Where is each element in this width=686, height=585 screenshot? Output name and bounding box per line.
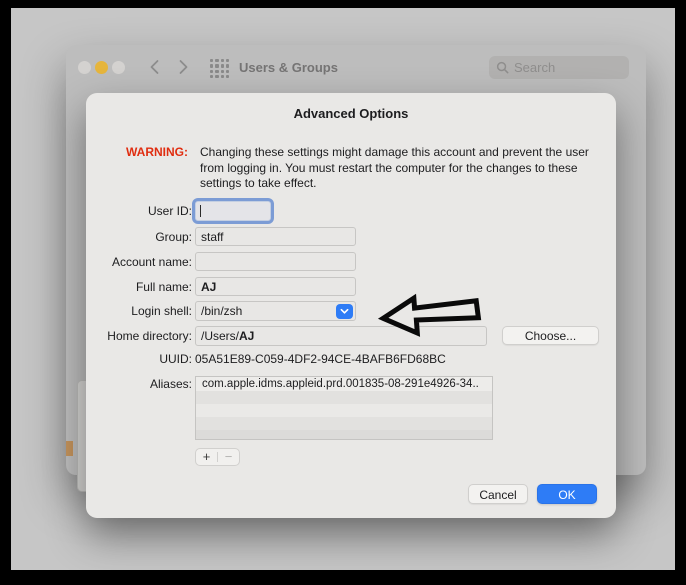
back-chevron-icon[interactable] xyxy=(146,58,164,76)
full-name-field[interactable]: AJ xyxy=(195,277,356,296)
uuid-value: 05A51E89-C059-4DF2-94CE-4BAFB6FD68BC xyxy=(195,352,446,366)
desktop-background: Users & Groups Search Advanced Options W… xyxy=(11,8,675,570)
alias-list-empty-row xyxy=(196,430,492,439)
dialog-title: Advanced Options xyxy=(293,106,409,121)
aliases-label: Aliases: xyxy=(149,377,192,391)
group-field[interactable]: staff xyxy=(195,227,356,246)
alias-add-remove-control: + − xyxy=(195,448,240,466)
forward-chevron-icon[interactable] xyxy=(174,58,192,76)
choose-button[interactable]: Choose... xyxy=(502,326,599,345)
remove-alias-button[interactable]: − xyxy=(218,449,239,465)
user-avatar-sliver xyxy=(66,441,73,456)
add-alias-button[interactable]: + xyxy=(196,449,217,465)
aliases-list[interactable]: com.apple.idms.appleid.prd.001835-08-291… xyxy=(195,376,493,440)
warning-label: WARNING: xyxy=(126,145,188,159)
advanced-options-dialog: Advanced Options WARNING: Changing these… xyxy=(86,93,616,518)
warning-message: WARNING: Changing these settings might d… xyxy=(126,145,604,192)
zoom-window-button[interactable] xyxy=(112,61,125,74)
close-window-button[interactable] xyxy=(78,61,91,74)
alias-list-empty-row xyxy=(196,391,492,404)
window-title: Users & Groups xyxy=(239,60,338,75)
search-placeholder: Search xyxy=(514,60,556,75)
ok-button[interactable]: OK xyxy=(537,484,597,504)
uuid-label: UUID: xyxy=(159,352,192,366)
search-icon xyxy=(496,61,509,74)
all-settings-grid-icon[interactable] xyxy=(210,59,229,78)
text-caret xyxy=(200,205,201,217)
account-name-field[interactable] xyxy=(195,252,356,271)
user-id-label: User ID: xyxy=(147,204,192,218)
chevron-down-icon xyxy=(340,308,349,314)
home-directory-label: Home directory: xyxy=(107,329,192,343)
alias-list-item[interactable]: com.apple.idms.appleid.prd.001835-08-291… xyxy=(196,377,492,391)
login-shell-dropdown-button[interactable] xyxy=(336,304,353,319)
full-name-label: Full name: xyxy=(135,280,192,294)
cancel-button[interactable]: Cancel xyxy=(468,484,528,504)
group-label: Group: xyxy=(155,230,192,244)
annotation-arrow-left-icon xyxy=(377,293,482,337)
login-shell-combobox[interactable]: /bin/zsh xyxy=(195,301,356,321)
account-name-label: Account name: xyxy=(111,255,192,269)
screenshot-frame: Users & Groups Search Advanced Options W… xyxy=(0,0,686,585)
user-id-field[interactable] xyxy=(195,201,271,221)
search-input[interactable]: Search xyxy=(489,56,629,79)
minimize-window-button[interactable] xyxy=(95,61,108,74)
login-shell-label: Login shell: xyxy=(131,304,192,318)
warning-text: Changing these settings might damage thi… xyxy=(200,145,589,190)
alias-list-empty-row xyxy=(196,404,492,417)
alias-list-empty-row xyxy=(196,417,492,430)
